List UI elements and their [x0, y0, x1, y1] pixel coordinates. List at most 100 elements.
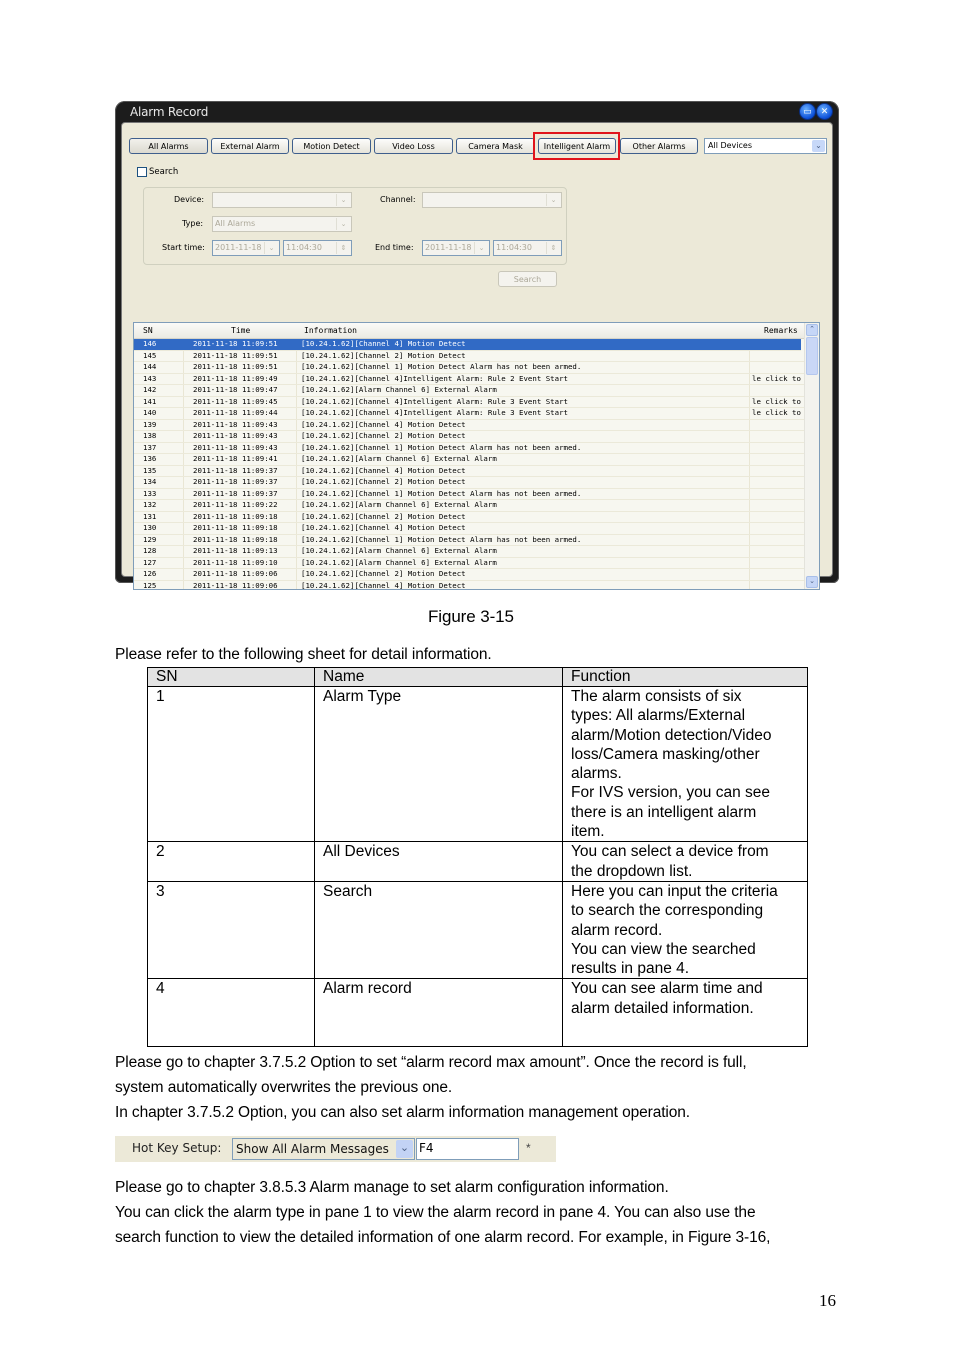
- tab-other-alarms[interactable]: Other Alarms: [620, 138, 698, 154]
- tab-motion-detect[interactable]: Motion Detect: [292, 138, 371, 154]
- function-line: types: All alarms/External: [571, 707, 746, 725]
- cell-information: [10.24.1.62][Channel 1] Motion Detect Al…: [301, 488, 582, 498]
- cell-sn: 130: [143, 523, 157, 532]
- cell-time: 2011-11-18 11:09:49: [193, 373, 278, 383]
- list-item[interactable]: 142 2011-11-18 11:09:47 [10.24.1.62][Alarm…: [134, 385, 819, 397]
- row-sn: 1: [147, 685, 315, 843]
- scroll-down-icon[interactable]: ⌄: [806, 576, 818, 588]
- restore-icon[interactable]: ▭: [799, 103, 816, 120]
- list-item[interactable]: 130 2011-11-18 11:09:18 [10.24.1.62][Chann…: [134, 523, 819, 535]
- device-select[interactable]: All Devices ⌄: [704, 138, 827, 154]
- list-item[interactable]: 141 2011-11-18 11:09:45 [10.24.1.62][Chann…: [134, 396, 819, 408]
- list-item[interactable]: 145 2011-11-18 11:09:51 [10.24.1.62][Chann…: [134, 350, 819, 362]
- cell-sn: 141: [143, 396, 157, 406]
- close-icon[interactable]: ✕: [816, 103, 833, 120]
- tab-video-loss[interactable]: Video Loss: [374, 138, 453, 154]
- function-line: alarm detailed information.: [571, 999, 754, 1017]
- list-item[interactable]: 128 2011-11-18 11:09:13 [10.24.1.62][Alarm…: [134, 546, 819, 558]
- function-line: results in pane 4.: [571, 960, 690, 978]
- list-scrollbar[interactable]: ⌃ ⌄: [804, 323, 819, 589]
- scroll-thumb[interactable]: [806, 337, 818, 375]
- device-label: Device:: [174, 195, 205, 204]
- row-name: Search: [314, 880, 563, 980]
- type-label: Type:: [182, 219, 204, 228]
- info-table: SN Name Function 1 Alarm Type The alarm …: [147, 667, 808, 1048]
- row-sn: 4: [147, 978, 315, 1048]
- list-item[interactable]: 138 2011-11-18 11:09:43 [10.24.1.62][Chann…: [134, 431, 819, 443]
- function-line: The alarm consists of six: [571, 688, 742, 705]
- alarm-record-list: SN Time Information Remarks 146 2011-11-1…: [133, 322, 820, 590]
- list-body: 146 2011-11-18 11:09:51 [10.24.1.62][Chann…: [134, 339, 819, 590]
- function-line: alarms.: [571, 765, 622, 783]
- column-sn[interactable]: SN: [143, 323, 153, 338]
- column-time[interactable]: Time: [231, 323, 250, 338]
- paragraph-2: In chapter 3.7.5.2 Option, you can also …: [115, 1104, 691, 1121]
- scroll-up-icon[interactable]: ⌃: [806, 324, 818, 336]
- row-function: You can select a device from the dropdow…: [562, 841, 808, 882]
- end-date-field[interactable]: 2011-11-18 ⌄: [422, 240, 490, 256]
- search-button[interactable]: Search: [498, 271, 557, 287]
- paragraph-4-line-1: You can click the alarm type in pane 1 t…: [115, 1204, 756, 1221]
- cell-information: [10.24.1.62][Channel 1] Motion Detect Al…: [301, 442, 582, 452]
- end-time-label: End time:: [375, 243, 414, 252]
- function-line: loss/Camera masking/other: [571, 745, 760, 763]
- cell-sn: 128: [143, 546, 157, 555]
- start-date-field[interactable]: 2011-11-18 ⌄: [212, 240, 280, 256]
- list-item[interactable]: 137 2011-11-18 11:09:43 [10.24.1.62][Chann…: [134, 442, 819, 454]
- start-time-field[interactable]: 11:04:30 ⇕: [283, 240, 352, 256]
- paragraph-3: Please go to chapter 3.8.5.3 Alarm manag…: [115, 1179, 669, 1196]
- list-item[interactable]: 126 2011-11-18 11:09:06 [10.24.1.62][Chann…: [134, 569, 819, 581]
- list-item[interactable]: 134 2011-11-18 11:09:37 [10.24.1.62][Chann…: [134, 477, 819, 489]
- channel-field[interactable]: ⌄: [422, 192, 562, 208]
- cell-information: [10.24.1.62][Channel 4]Intelligent Alarm…: [301, 396, 568, 406]
- spinner-icon[interactable]: ⇕: [546, 242, 560, 254]
- function-line: You can view the searched: [571, 940, 756, 958]
- list-item[interactable]: 136 2011-11-18 11:09:41 [10.24.1.62][Alarm…: [134, 454, 819, 466]
- cell-sn: 145: [143, 350, 157, 360]
- start-time-label: Start time:: [162, 243, 205, 252]
- end-time-field[interactable]: 11:04:30 ⇕: [493, 240, 562, 256]
- cell-information: [10.24.1.62][Channel 1] Motion Detect Al…: [301, 362, 582, 371]
- tab-external-alarm[interactable]: External Alarm: [211, 138, 289, 154]
- tab-camera-mask[interactable]: Camera Mask: [456, 138, 535, 154]
- tab-intelligent-alarm[interactable]: Intelligent Alarm: [538, 138, 616, 154]
- header-sn: SN: [147, 667, 315, 687]
- list-item[interactable]: 140 2011-11-18 11:09:44 [10.24.1.62][Chann…: [134, 408, 819, 420]
- list-item[interactable]: 144 2011-11-18 11:09:51 [10.24.1.62][Chann…: [134, 362, 819, 374]
- list-item[interactable]: 139 2011-11-18 11:09:43 [10.24.1.62][Chann…: [134, 419, 819, 431]
- intro-text: Please refer to the following sheet for …: [115, 646, 492, 663]
- device-field[interactable]: ⌄: [212, 192, 352, 208]
- list-item[interactable]: 146 2011-11-18 11:09:51 [10.24.1.62][Chann…: [134, 339, 801, 351]
- list-item[interactable]: 131 2011-11-18 11:09:18 [10.24.1.62][Chann…: [134, 512, 819, 523]
- hotkey-key-input[interactable]: F4: [416, 1138, 519, 1160]
- cell-sn: 129: [143, 534, 157, 544]
- cell-sn: 126: [143, 569, 157, 578]
- cell-information: [10.24.1.62][Channel 4] Motion Detect: [301, 419, 466, 429]
- tab-all-alarms[interactable]: All Alarms: [129, 138, 208, 154]
- hotkey-action-select[interactable]: Show All Alarm Messages ⌄: [232, 1138, 415, 1160]
- cell-sn: 144: [143, 362, 157, 371]
- start-time-value: 11:04:30: [286, 243, 322, 252]
- list-item[interactable]: 135 2011-11-18 11:09:37 [10.24.1.62][Chann…: [134, 466, 819, 477]
- cell-sn: 125: [143, 580, 157, 590]
- cell-time: 2011-11-18 11:09:22: [193, 500, 278, 509]
- cell-information: [10.24.1.62][Channel 4]Intelligent Alarm…: [301, 408, 568, 417]
- list-item[interactable]: 129 2011-11-18 11:09:18 [10.24.1.62][Chann…: [134, 534, 819, 546]
- row-name: Alarm record: [314, 978, 563, 1048]
- cell-sn: 132: [143, 500, 157, 509]
- list-item[interactable]: 125 2011-11-18 11:09:06 [10.24.1.62][Chann…: [134, 580, 819, 590]
- row-name: Alarm Type: [314, 685, 563, 843]
- column-information[interactable]: Information: [304, 323, 357, 338]
- cell-information: [10.24.1.62][Alarm Channel 6] External A…: [301, 557, 497, 567]
- search-checkbox[interactable]: [137, 167, 147, 177]
- spinner-icon[interactable]: ⇕: [336, 242, 350, 254]
- row-sn: 3: [147, 880, 315, 980]
- hotkey-action-value: Show All Alarm Messages: [236, 1142, 389, 1156]
- type-field[interactable]: All Alarms ⌄: [212, 216, 352, 232]
- column-remarks[interactable]: Remarks: [764, 323, 798, 338]
- list-item[interactable]: 133 2011-11-18 11:09:37 [10.24.1.62][Chann…: [134, 488, 819, 500]
- cell-time: 2011-11-18 11:09:06: [193, 580, 278, 590]
- list-item[interactable]: 143 2011-11-18 11:09:49 [10.24.1.62][Chann…: [134, 373, 819, 385]
- list-item[interactable]: 127 2011-11-18 11:09:10 [10.24.1.62][Alarm…: [134, 557, 819, 569]
- list-item[interactable]: 132 2011-11-18 11:09:22 [10.24.1.62][Alarm…: [134, 500, 819, 512]
